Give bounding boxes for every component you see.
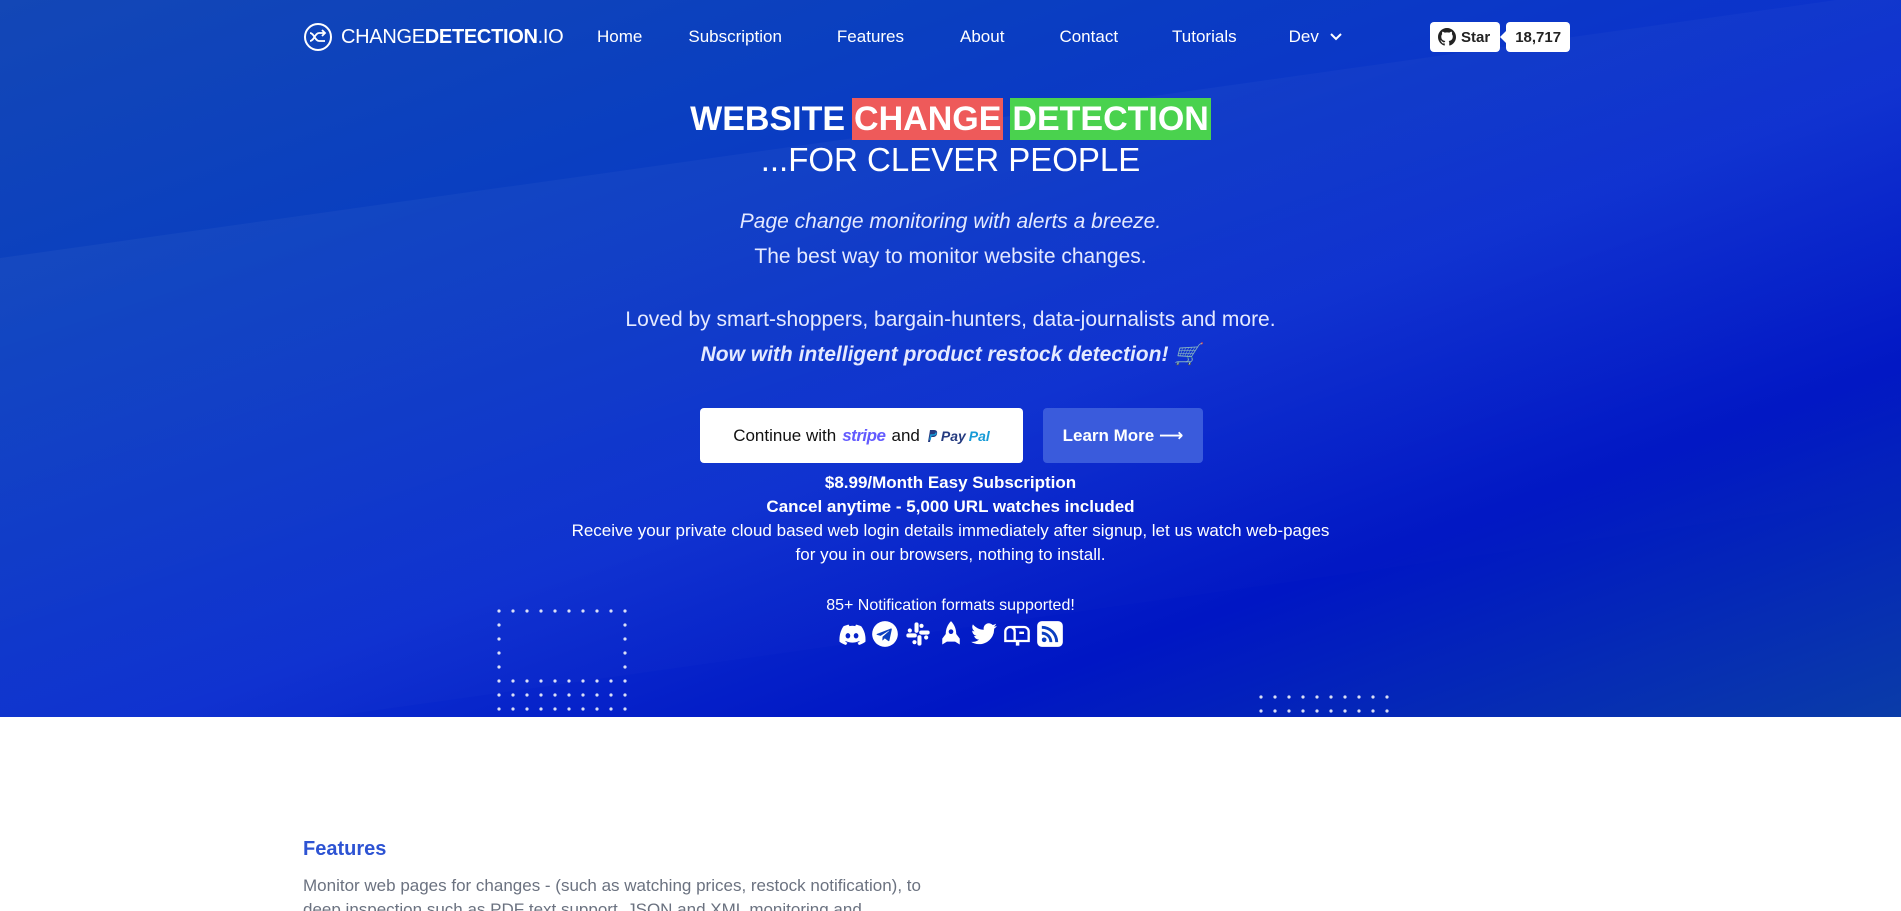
restock-text: Now with intelligent product restock det… bbox=[700, 343, 1201, 366]
tagline-text: The best way to monitor website changes. bbox=[754, 245, 1147, 268]
twitter-icon bbox=[971, 623, 997, 645]
nav-contact[interactable]: Contact bbox=[1059, 27, 1118, 47]
decorative-dot-grid-right bbox=[1259, 695, 1389, 713]
github-star-label: Star bbox=[1461, 28, 1491, 46]
hero-title: WEBSITE CHANGE DETECTION bbox=[690, 98, 1211, 140]
discord-icon bbox=[839, 624, 866, 645]
notification-formats-label: 85+ Notification formats supported! bbox=[826, 597, 1075, 614]
telegram-icon bbox=[872, 621, 898, 647]
features-description: Monitor web pages for changes - (such as… bbox=[303, 876, 921, 911]
slack-icon bbox=[906, 622, 930, 646]
nav-home[interactable]: Home bbox=[597, 27, 642, 47]
pay-and: and bbox=[891, 425, 920, 445]
stripe-logo: stripe bbox=[842, 425, 886, 445]
nav-tutorials[interactable]: Tutorials bbox=[1172, 27, 1237, 47]
hero-headline: WEBSITE CHANGE DETECTION ...FOR CLEVER P… bbox=[0, 98, 1901, 180]
github-star-widget: Star 18,717 bbox=[1430, 22, 1571, 52]
pay-prefix: Continue with bbox=[733, 425, 837, 445]
price-line: $8.99/Month Easy Subscription bbox=[824, 473, 1077, 492]
loved-by-text: Loved by smart-shoppers, bargain-hunters… bbox=[625, 308, 1276, 331]
mailbox-icon bbox=[1004, 625, 1030, 646]
logo-text: CHANGEDETECTION.IO bbox=[341, 25, 564, 48]
title-word-change: CHANGE bbox=[852, 98, 1004, 140]
hero-tagline: Page change monitoring with alerts a bre… bbox=[0, 204, 1901, 274]
top-nav: CHANGEDETECTION.IO Home Subscription Fea… bbox=[0, 0, 1901, 76]
signup-line-2: for you in our browsers, nothing to inst… bbox=[795, 545, 1106, 564]
continue-payment-button[interactable]: Continue with stripe and Pay Pal bbox=[700, 408, 1023, 463]
cancel-line: Cancel anytime - 5,000 URL watches inclu… bbox=[766, 497, 1135, 516]
hero-audience: Loved by smart-shoppers, bargain-hunters… bbox=[0, 302, 1901, 372]
notification-icons bbox=[838, 620, 1064, 648]
rocket-icon bbox=[942, 621, 960, 645]
tagline-italic: Page change monitoring with alerts a bre… bbox=[739, 210, 1162, 233]
hero-subtitle: ...FOR CLEVER PEOPLE bbox=[760, 141, 1141, 178]
signup-line-1: Receive your private cloud based web log… bbox=[571, 521, 1330, 540]
nav-dev-dropdown[interactable]: Dev bbox=[1289, 27, 1343, 47]
decorative-dot-grid-left bbox=[497, 609, 627, 711]
logo-icon bbox=[304, 23, 332, 51]
chevron-down-icon bbox=[1330, 33, 1342, 41]
nav-subscription[interactable]: Subscription bbox=[688, 27, 782, 47]
rss-icon bbox=[1037, 621, 1063, 647]
title-word-website: WEBSITE bbox=[690, 100, 846, 138]
paypal-logo: Pay Pal bbox=[926, 428, 990, 444]
learn-more-button[interactable]: Learn More ⟶ bbox=[1043, 408, 1203, 463]
nav-links: Home Subscription Features About Contact… bbox=[597, 27, 1343, 47]
title-word-detection: DETECTION bbox=[1010, 98, 1211, 140]
github-star-button[interactable]: Star bbox=[1430, 22, 1501, 52]
hero-section: CHANGEDETECTION.IO Home Subscription Fea… bbox=[0, 0, 1901, 717]
github-icon bbox=[1438, 28, 1456, 46]
nav-dev-label: Dev bbox=[1288, 27, 1319, 46]
cta-buttons: Continue with stripe and Pay Pal Learn Mo… bbox=[700, 408, 1203, 463]
pricing-info: $8.99/Month Easy Subscription Cancel any… bbox=[0, 471, 1901, 567]
logo[interactable]: CHANGEDETECTION.IO bbox=[303, 22, 564, 52]
nav-features[interactable]: Features bbox=[837, 27, 904, 47]
features-heading: Features bbox=[303, 838, 387, 860]
github-star-count[interactable]: 18,717 bbox=[1500, 22, 1571, 52]
paypal-icon bbox=[927, 429, 938, 442]
nav-about[interactable]: About bbox=[960, 27, 1004, 47]
